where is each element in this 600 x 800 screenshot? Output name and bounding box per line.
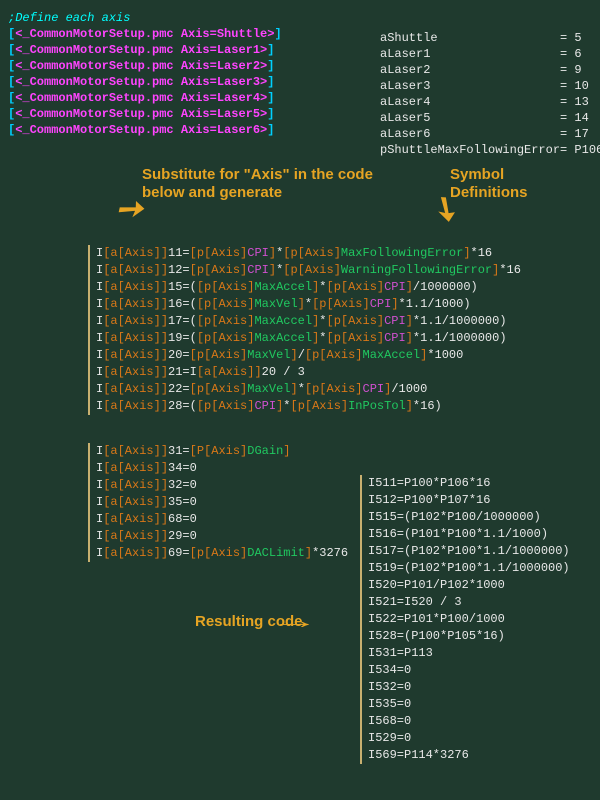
label-symdef: Symbol Definitions xyxy=(450,166,570,202)
symbol-row: aShuttle = 5 xyxy=(380,30,600,46)
template-code-block-1: I[a[Axis]]11=[p[Axis]CPI]*[p[Axis]MaxFol… xyxy=(88,245,521,415)
symbol-row: aLaser1 = 6 xyxy=(380,46,600,62)
template-line: I[a[Axis]]12=[p[Axis]CPI]*[p[Axis]Warnin… xyxy=(96,262,521,279)
result-line: I568=0 xyxy=(368,713,570,730)
result-line: I521=I520 / 3 xyxy=(368,594,570,611)
template-line: I[a[Axis]]34=0 xyxy=(96,460,348,477)
result-line: I534=0 xyxy=(368,662,570,679)
template-line: I[a[Axis]]31=[P[Axis]DGain] xyxy=(96,443,348,460)
include-line: [<_CommonMotorSetup.pmc Axis=Shuttle>] xyxy=(8,26,282,42)
result-line: I531=P113 xyxy=(368,645,570,662)
result-line: I520=P101/P102*1000 xyxy=(368,577,570,594)
include-line: [<_CommonMotorSetup.pmc Axis=Laser1>] xyxy=(8,42,282,58)
result-line: I515=(P102*P100/1000000) xyxy=(368,509,570,526)
result-line: I569=P114*3276 xyxy=(368,747,570,764)
result-line: I522=P101*P100/1000 xyxy=(368,611,570,628)
include-line: [<_CommonMotorSetup.pmc Axis=Laser5>] xyxy=(8,106,282,122)
template-line: I[a[Axis]]15=([p[Axis]MaxAccel]*[p[Axis]… xyxy=(96,279,521,296)
include-line: [<_CommonMotorSetup.pmc Axis=Laser6>] xyxy=(8,122,282,138)
symbol-row: aLaser4 = 13 xyxy=(380,94,600,110)
symbol-row: aLaser2 = 9 xyxy=(380,62,600,78)
include-line: [<_CommonMotorSetup.pmc Axis=Laser4>] xyxy=(8,90,282,106)
include-line: [<_CommonMotorSetup.pmc Axis=Laser3>] xyxy=(8,74,282,90)
result-line: I519=(P102*P100*1.1/1000000) xyxy=(368,560,570,577)
result-line: I512=P100*P107*16 xyxy=(368,492,570,509)
symbol-row: aLaser6 = 17 xyxy=(380,126,600,142)
template-line: I[a[Axis]]19=([p[Axis]MaxAccel]*[p[Axis]… xyxy=(96,330,521,347)
template-line: I[a[Axis]]20=[p[Axis]MaxVel]/[p[Axis]Max… xyxy=(96,347,521,364)
result-line: I528=(P100*P105*16) xyxy=(368,628,570,645)
result-line: I517=(P102*P100*1.1/1000000) xyxy=(368,543,570,560)
arrow-right-icon: → xyxy=(280,610,309,635)
template-line: I[a[Axis]]17=([p[Axis]MaxAccel]*[p[Axis]… xyxy=(96,313,521,330)
result-line: I532=0 xyxy=(368,679,570,696)
result-line: I511=P100*P106*16 xyxy=(368,475,570,492)
symbol-row: pShuttleMaxFollowingError= P106 xyxy=(380,142,600,158)
symbol-row: aLaser5 = 14 xyxy=(380,110,600,126)
include-lines: [<_CommonMotorSetup.pmc Axis=Shuttle>][<… xyxy=(8,26,282,138)
template-line: I[a[Axis]]22=[p[Axis]MaxVel]*[p[Axis]CPI… xyxy=(96,381,521,398)
result-code-block: I511=P100*P106*16I512=P100*P107*16I515=(… xyxy=(360,475,570,764)
template-line: I[a[Axis]]29=0 xyxy=(96,528,348,545)
template-line: I[a[Axis]]68=0 xyxy=(96,511,348,528)
symbol-table: aShuttle = 5aLaser1 = 6aLaser2 = 9aLaser… xyxy=(380,30,600,158)
include-block: ;Define each axis [<_CommonMotorSetup.pm… xyxy=(8,10,282,138)
comment-line: ;Define each axis xyxy=(8,10,282,26)
result-line: I529=0 xyxy=(368,730,570,747)
label-substitute: Substitute for "Axis" in the code below … xyxy=(142,166,402,202)
template-line: I[a[Axis]]69=[p[Axis]DACLimit]*3276 xyxy=(96,545,348,562)
result-line: I535=0 xyxy=(368,696,570,713)
template-code-block-2: I[a[Axis]]31=[P[Axis]DGain]I[a[Axis]]34=… xyxy=(88,443,348,562)
template-line: I[a[Axis]]11=[p[Axis]CPI]*[p[Axis]MaxFol… xyxy=(96,245,521,262)
template-line: I[a[Axis]]35=0 xyxy=(96,494,348,511)
symbol-row: aLaser3 = 10 xyxy=(380,78,600,94)
template-line: I[a[Axis]]21=I[a[Axis]]20 / 3 xyxy=(96,364,521,381)
template-line: I[a[Axis]]16=([p[Axis]MaxVel]*[p[Axis]CP… xyxy=(96,296,521,313)
result-line: I516=(P101*P100*1.1/1000) xyxy=(368,526,570,543)
template-line: I[a[Axis]]28=([p[Axis]CPI]*[p[Axis]InPos… xyxy=(96,398,521,415)
include-line: [<_CommonMotorSetup.pmc Axis=Laser2>] xyxy=(8,58,282,74)
template-line: I[a[Axis]]32=0 xyxy=(96,477,348,494)
